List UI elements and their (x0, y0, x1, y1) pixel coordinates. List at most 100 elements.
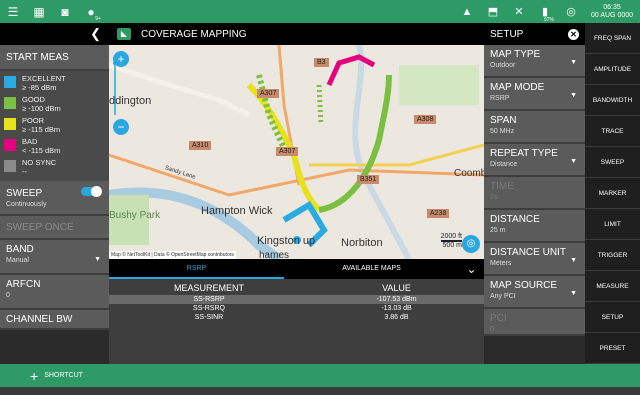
menu-setup[interactable]: SETUP (585, 302, 640, 333)
map-type-button[interactable]: MAP TYPE Outdoor ▼ (484, 45, 585, 78)
coverage-map[interactable]: + − ddington Sandy Lane Hampton Wick Bus… (109, 45, 484, 259)
sweep-once-button[interactable]: SWEEP ONCE (0, 216, 109, 240)
menu-marker[interactable]: MARKER (585, 178, 640, 209)
menu-icon[interactable]: ☰ (0, 0, 26, 23)
legend-item-poor: POOR ≥ -115 dBm (4, 116, 105, 134)
back-button[interactable]: ❮ (0, 23, 109, 45)
map-label: Bushy Park (109, 210, 161, 221)
start-meas-button[interactable]: START MEAS (0, 45, 109, 71)
road-label: A238 (427, 209, 450, 218)
map-label: hames (259, 250, 290, 259)
road-label: A308 (414, 115, 437, 124)
info-badge: 9+ (95, 16, 101, 22)
distance-button[interactable]: DISTANCE 25 m (484, 210, 585, 243)
measurement-name: SS-RSRP (193, 296, 225, 303)
legend-range: ≥ -100 dBm (22, 104, 61, 113)
channel-bw-button[interactable]: CHANNEL BW (0, 310, 109, 330)
gps-icon[interactable]: ◎ (558, 0, 584, 23)
setup-value: Any PCI (490, 293, 516, 300)
legend-swatch (4, 97, 16, 109)
setup-label: DISTANCE (490, 214, 540, 225)
measurement-name: SS-RSRQ (193, 305, 225, 312)
menu-amplitude[interactable]: AMPLITUDE (585, 54, 640, 85)
arfcn-button[interactable]: ARFCN 0 (0, 275, 109, 310)
map-label: Norbiton (341, 237, 383, 249)
legend-swatch (4, 160, 16, 172)
shortcut-bar[interactable]: + SHORTCUT (0, 364, 640, 387)
legend-name: NO SYNC (22, 158, 57, 167)
arfcn-value: 0 (6, 292, 10, 299)
scale-ft: 2000 ft (440, 233, 462, 241)
pci-button[interactable]: PCI 0 (484, 309, 585, 336)
map-mode-button[interactable]: MAP MODE RSRP ▼ (484, 78, 585, 111)
legend-name: POOR (22, 116, 45, 125)
setup-value: 50 MHz (490, 128, 515, 135)
legend-swatch (4, 118, 16, 130)
menu-freq-span[interactable]: FREQ SPAN (585, 23, 640, 54)
map-label: Kingston up (257, 235, 316, 247)
chevron-left-icon: ❮ (90, 26, 101, 41)
setup-header: SETUP ✕ (484, 23, 585, 45)
map-label: Hampton Wick (201, 205, 273, 217)
arfcn-label: ARFCN (6, 279, 41, 290)
map-source-button[interactable]: MAP SOURCE Any PCI ▼ (484, 276, 585, 309)
grid-icon[interactable]: ▦ (26, 0, 52, 23)
setup-value: RSRP (490, 95, 510, 102)
clock-date: 00 AUG 0000 (590, 11, 634, 19)
column-header: VALUE (382, 283, 411, 293)
setup-value: Outdoor (490, 62, 516, 69)
tab-available-maps[interactable]: AVAILABLE MAPS (284, 259, 459, 279)
band-button[interactable]: BAND Manual ▼ (0, 240, 109, 275)
legend-item-bad: BAD < -115 dBm (4, 137, 105, 155)
menu-measure[interactable]: MEASURE (585, 271, 640, 302)
setup-label: MAP TYPE (490, 49, 541, 60)
table-row[interactable]: SS-SINR 3.86 dB (109, 313, 484, 322)
legend-swatch (4, 76, 16, 88)
legend-name: BAD (22, 137, 38, 146)
distance-unit-button[interactable]: DISTANCE UNIT Meters ▼ (484, 243, 585, 276)
setup-label: TIME (490, 181, 514, 192)
sweep-toggle[interactable] (81, 186, 102, 197)
legend-range: < -115 dBm (22, 146, 61, 155)
setup-value: 2s (490, 194, 498, 201)
setup-panel: SETUP ✕ MAP TYPE Outdoor ▼ MAP MODE RSRP… (484, 23, 585, 364)
road-label: A307 (257, 89, 280, 98)
road-label: A310 (189, 141, 212, 150)
wifi-off-icon[interactable]: ✕ (506, 0, 532, 23)
map-tabs: RSRP AVAILABLE MAPS ⌄ (109, 259, 484, 279)
span-button[interactable]: SPAN 50 MHz (484, 111, 585, 144)
locate-me-button[interactable]: ◎ (462, 235, 480, 253)
download-icon[interactable]: ⬒ (480, 0, 506, 23)
legend-range: -- (22, 167, 27, 176)
menu-sweep[interactable]: SWEEP (585, 147, 640, 178)
tab-rsrp[interactable]: RSRP (109, 259, 284, 279)
menu-preset[interactable]: PRESET (585, 333, 640, 364)
repeat-type-button[interactable]: REPEAT TYPE Distance ▼ (484, 144, 585, 177)
menu-trace[interactable]: TRACE (585, 116, 640, 147)
map-attribution[interactable]: Map © NetToolKit | Data © OpenStreetMap … (109, 251, 236, 259)
sweep-button[interactable]: SWEEP Continuously (0, 181, 109, 216)
camera-icon[interactable]: ◙ (52, 0, 78, 23)
table-row[interactable]: SS-RSRP -107.53 dBm (109, 295, 484, 304)
menu-limit[interactable]: LIMIT (585, 209, 640, 240)
table-row[interactable]: SS-RSRQ -13.03 dB (109, 304, 484, 313)
collapse-button[interactable]: ⌄ (459, 259, 484, 279)
map-label: Coomb (454, 168, 484, 179)
menu-bandwidth[interactable]: BANDWIDTH (585, 85, 640, 116)
eject-icon[interactable]: ▲ (454, 0, 480, 23)
coverage-legend: EXCELLENT ≥ -85 dBm GOOD ≥ -100 dBm POOR ≥ … (0, 71, 109, 181)
dropdown-caret-icon: ▼ (570, 257, 577, 264)
setup-label: SPAN (490, 115, 517, 126)
scale-m: 500 m (440, 241, 462, 249)
setup-label: REPEAT TYPE (490, 148, 558, 159)
close-icon[interactable]: ✕ (568, 28, 579, 40)
zoom-in-button[interactable]: + (113, 51, 129, 67)
setup-value: Distance (490, 161, 518, 168)
sweep-value: Continuously (6, 201, 47, 208)
menu-trigger[interactable]: TRIGGER (585, 240, 640, 271)
setup-label: DISTANCE UNIT (490, 247, 566, 258)
main-panel: ◣ COVERAGE MAPPING + − ddington Sandy La… (109, 23, 484, 364)
info-icon[interactable]: ● 9+ (78, 0, 104, 23)
time-button[interactable]: TIME 2s (484, 177, 585, 210)
zoom-out-button[interactable]: − (113, 119, 129, 135)
